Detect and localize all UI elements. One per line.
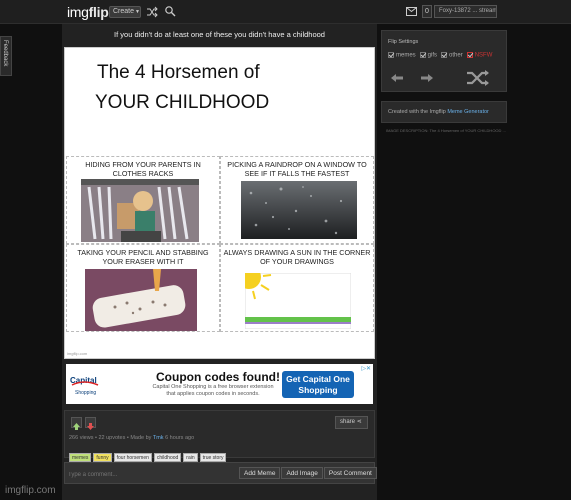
panel-caption: PICKING A RAINDROP ON A WINDOW TO SEE IF… [227, 160, 367, 178]
share-label: share [340, 419, 356, 425]
share-button[interactable]: share ⋖ [335, 416, 368, 429]
upvote-button[interactable] [71, 417, 82, 430]
checkbox-icon [441, 52, 448, 58]
post-comment-button[interactable]: Post Comment [323, 467, 377, 479]
arrow-down-icon [87, 423, 94, 430]
option-label: memes [396, 52, 416, 59]
post-actions: share ⋖ 266 views • 22 upvotes • Made by… [64, 410, 375, 462]
tag[interactable]: four horsemen [113, 453, 152, 462]
add-image-button[interactable]: Add Image [281, 467, 323, 479]
stats-text: 266 views • 22 upvotes • Made by [69, 435, 153, 441]
next-arrow-icon[interactable] [420, 73, 434, 83]
option-other-checkbox[interactable]: other [441, 52, 463, 59]
flip-settings-options: memes gifs other NSFW [388, 52, 496, 59]
flip-settings-panel: Flip Settings memes gifs other NSFW [381, 30, 507, 92]
capital-one-logo: CapitalShopping [70, 376, 99, 396]
pencil-eraser-photo [85, 269, 197, 331]
post-title: If you didn't do at least one of these y… [114, 30, 325, 39]
tag[interactable]: funny [93, 453, 112, 462]
ad-cta-button[interactable]: Get Capital One Shopping [282, 371, 354, 398]
ad-headline: Coupon codes found! [156, 370, 280, 384]
tag[interactable]: childhood [153, 453, 182, 462]
add-meme-button[interactable]: Add Meme [239, 467, 281, 479]
option-memes-checkbox[interactable]: memes [388, 52, 416, 59]
meme-title-line2: YOUR CHILDHOOD [95, 92, 270, 113]
meme-image[interactable]: The 4 Horsemen of YOUR CHILDHOOD HIDING … [64, 47, 375, 359]
sun-drawing-image [245, 273, 351, 329]
top-navbar: imgflip Create▼ 0 Foxy-13872 ... streams [0, 0, 571, 24]
user-menu[interactable]: Foxy-13872 ... streams [434, 5, 497, 18]
create-button[interactable]: Create▼ [109, 6, 141, 18]
imgflip-logo[interactable]: imgflip [67, 4, 109, 20]
meme-title-line1: The 4 Horsemen of [97, 62, 260, 83]
tag-list: memes funny four horsemen childhood rain true… [69, 446, 228, 462]
post-stats: 266 views • 22 upvotes • Made by Tmk 6 h… [69, 435, 194, 441]
clothes-rack-photo [81, 179, 199, 242]
tag[interactable]: rain [183, 453, 198, 462]
feedback-tab[interactable]: Feedback [0, 36, 12, 76]
ad-info-icon[interactable]: ▷✕ [361, 365, 371, 372]
panel-caption: ALWAYS DRAWING A SUN IN THE CORNER OF YO… [223, 248, 371, 266]
author-link[interactable]: Tmk [153, 435, 164, 441]
flip-settings-title: Flip Settings [388, 39, 419, 45]
option-label: NSFW [474, 52, 493, 59]
site-watermark: imgflip.com [5, 485, 56, 496]
comment-buttons: Add Meme Add Image Post Comment [238, 462, 377, 479]
stats-time: 6 hours ago [163, 435, 195, 441]
notification-count[interactable]: 0 [422, 5, 432, 18]
tag[interactable]: memes [69, 453, 92, 462]
chevron-down-icon: ▼ [135, 9, 140, 15]
feedback-label: Feedback [2, 40, 8, 67]
meme-panel-clothes-racks: HIDING FROM YOUR PARENTS IN CLOTHES RACK… [66, 156, 220, 244]
created-with-box: Created with the Imgflip Meme Generator [381, 101, 507, 123]
tag[interactable]: true story [199, 453, 227, 462]
shuffle-icon[interactable] [146, 6, 158, 18]
meme-panel-raindrop: PICKING A RAINDROP ON A WINDOW TO SEE IF… [220, 156, 374, 244]
meme-generator-link[interactable]: Meme Generator [447, 109, 489, 115]
meme-panel-pencil-eraser: TAKING YOUR PENCIL AND STABBING YOUR ERA… [66, 244, 220, 332]
advertisement[interactable]: Capital Shopping Coupon codes found! Capi… [66, 364, 373, 404]
arrow-up-icon [73, 423, 80, 430]
share-icon: ⋖ [356, 419, 362, 425]
svg-text:Shopping: Shopping [75, 390, 96, 396]
mail-icon[interactable] [406, 7, 417, 16]
search-icon[interactable] [164, 5, 176, 17]
logo-flip-text: flip [88, 4, 109, 20]
meme-watermark: imgflip.com [67, 351, 88, 356]
previous-arrow-icon[interactable] [390, 73, 404, 83]
created-with-text: Created with the Imgflip [388, 109, 448, 115]
downvote-button[interactable] [85, 417, 96, 430]
raindrop-window-photo [241, 181, 357, 239]
image-description-text: IMAGE DESCRIPTION: The 4 Horsemen of YOU… [386, 128, 506, 133]
create-button-label: Create [113, 8, 135, 15]
checkbox-icon [466, 52, 473, 58]
random-shuffle-icon[interactable] [466, 69, 492, 87]
checkbox-icon [388, 52, 394, 58]
ad-body: Capital One Shopping is a free browser e… [152, 384, 274, 397]
panel-caption: TAKING YOUR PENCIL AND STABBING YOUR ERA… [77, 248, 209, 266]
logo-img-text: img [67, 4, 89, 20]
main-content: If you didn't do at least one of these y… [62, 24, 377, 500]
option-gifs-checkbox[interactable]: gifs [419, 52, 438, 59]
panel-caption: HIDING FROM YOUR PARENTS IN CLOTHES RACK… [85, 160, 201, 178]
checkbox-icon [419, 52, 426, 58]
meme-panel-sun-drawing: ALWAYS DRAWING A SUN IN THE CORNER OF YO… [220, 244, 374, 332]
option-label: other [449, 52, 463, 59]
option-label: gifs [427, 52, 438, 59]
option-nsfw-checkbox[interactable]: NSFW [466, 52, 493, 59]
